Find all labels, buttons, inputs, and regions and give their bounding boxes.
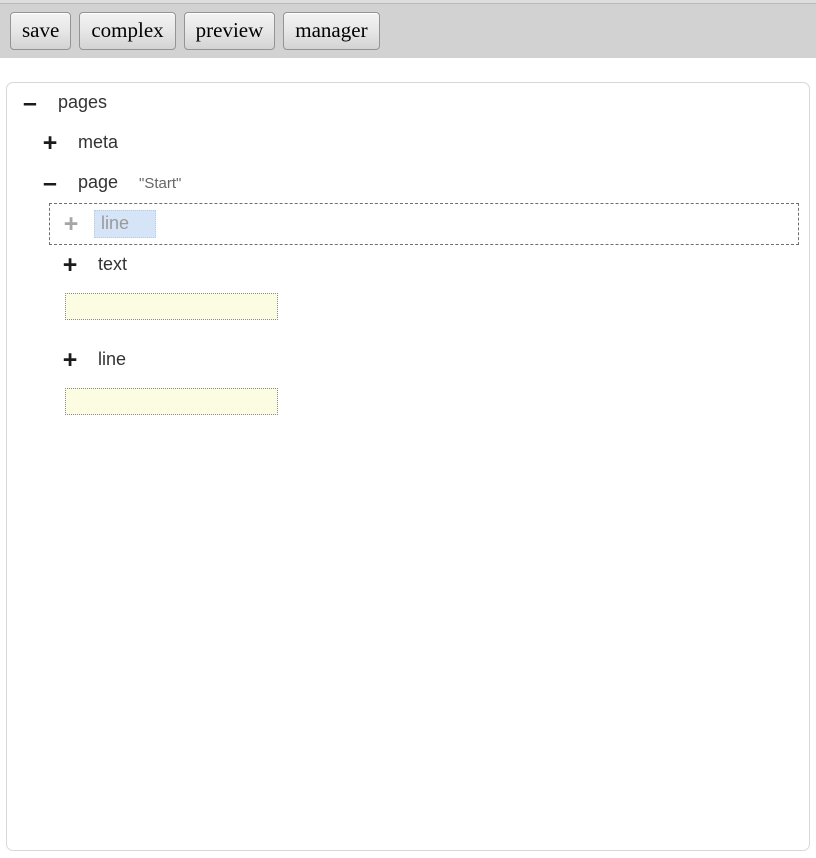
tree-node-pages[interactable]: – pages xyxy=(7,83,809,123)
tree-node-text[interactable]: + text xyxy=(7,245,809,285)
structure-panel: – pages + meta – page "Start" + line + t… xyxy=(6,82,810,851)
plus-icon[interactable]: + xyxy=(60,211,82,237)
tree-node-label[interactable]: meta xyxy=(73,131,123,156)
minus-icon[interactable]: – xyxy=(19,90,41,116)
save-button[interactable]: save xyxy=(10,12,72,50)
text-value-input[interactable] xyxy=(65,293,278,320)
tree-node-label[interactable]: pages xyxy=(53,91,112,116)
toolbar-button-group: save complex preview manager xyxy=(10,12,380,50)
complex-button[interactable]: complex xyxy=(79,12,176,50)
row-spacer xyxy=(7,330,809,340)
minus-icon[interactable]: – xyxy=(39,170,61,196)
plus-icon[interactable]: + xyxy=(39,130,61,156)
plus-icon[interactable]: + xyxy=(59,347,81,373)
tree-node-label[interactable]: text xyxy=(93,253,132,278)
tree-node-line[interactable]: + line xyxy=(7,340,809,380)
manager-button[interactable]: manager xyxy=(283,12,380,50)
tree-node-line-selected[interactable]: + line xyxy=(49,203,799,245)
tree-node-label[interactable]: line xyxy=(93,348,131,373)
line-value-input[interactable] xyxy=(65,388,278,415)
structure-tree: – pages + meta – page "Start" + line + t… xyxy=(7,83,809,415)
tree-node-attribute: "Start" xyxy=(139,174,182,192)
tree-node-label[interactable]: page xyxy=(73,171,123,196)
tree-node-label[interactable]: line xyxy=(94,210,157,238)
toolbar: save complex preview manager xyxy=(0,0,816,58)
tree-node-meta[interactable]: + meta xyxy=(7,123,809,163)
plus-icon[interactable]: + xyxy=(59,252,81,278)
preview-button[interactable]: preview xyxy=(183,12,276,50)
tree-node-page[interactable]: – page "Start" xyxy=(7,163,809,203)
